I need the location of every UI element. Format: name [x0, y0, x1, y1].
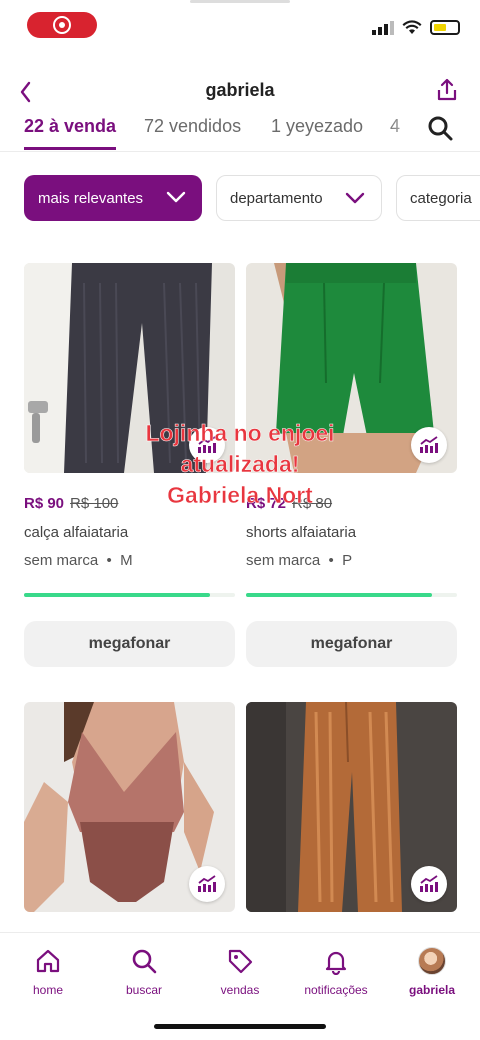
- nav-label: vendas: [220, 983, 260, 997]
- tab-yeyezado[interactable]: 1 yeyezado: [271, 116, 363, 137]
- department-label: departamento: [230, 189, 323, 207]
- chevron-down-icon: [166, 191, 186, 203]
- share-icon: [437, 78, 457, 101]
- product-meta: sem marca • P: [246, 552, 352, 569]
- megafonar-button[interactable]: megafonar: [246, 621, 457, 667]
- boost-button[interactable]: [189, 427, 225, 463]
- chevron-down-icon: [345, 192, 365, 204]
- nav-label: home: [32, 983, 64, 997]
- department-dropdown[interactable]: departamento: [216, 175, 382, 221]
- signal-icon: [372, 20, 394, 35]
- home-indicator: [154, 1024, 326, 1029]
- nav-search[interactable]: buscar: [96, 947, 192, 997]
- home-icon: [36, 949, 60, 973]
- nav-label: buscar: [125, 983, 163, 997]
- tag-icon: [228, 949, 253, 974]
- status-icons: [372, 20, 460, 35]
- bell-icon: [325, 951, 347, 975]
- profile-tabs: 22 à venda 72 vendidos 1 yeyezado 4: [0, 108, 480, 152]
- price-row: R$ 90 R$ 100: [24, 495, 118, 512]
- meta-separator: •: [324, 552, 343, 569]
- wifi-icon: [402, 20, 422, 34]
- trending-up-icon: [198, 875, 216, 892]
- nav-profile[interactable]: gabriela: [384, 947, 480, 997]
- boost-button[interactable]: [189, 866, 225, 902]
- boost-button[interactable]: [411, 427, 447, 463]
- price-row: R$ 72 R$ 80: [246, 495, 332, 512]
- trending-up-icon: [420, 875, 438, 892]
- trending-up-icon: [198, 436, 216, 453]
- nav-label: gabriela: [408, 983, 456, 997]
- share-button[interactable]: [434, 74, 460, 104]
- product-image[interactable]: [246, 702, 457, 912]
- nav-sales[interactable]: vendas: [192, 947, 288, 997]
- nav-label: notificações: [304, 983, 368, 997]
- product-image[interactable]: [24, 702, 235, 912]
- meta-separator: •: [102, 552, 121, 569]
- nav-notifications[interactable]: notificações: [288, 947, 384, 997]
- listing-progress: [246, 593, 457, 597]
- product-brand: sem marca: [246, 552, 321, 569]
- product-image[interactable]: [24, 263, 235, 473]
- sort-label: mais relevantes: [38, 189, 144, 207]
- megafonar-button[interactable]: megafonar: [24, 621, 235, 667]
- trending-up-icon: [420, 436, 438, 453]
- product-meta: sem marca • M: [24, 552, 133, 569]
- sort-dropdown[interactable]: mais relevantes: [24, 175, 202, 221]
- search-icon: [132, 949, 157, 974]
- price: R$ 90: [24, 495, 65, 512]
- product-brand: sem marca: [24, 552, 99, 569]
- old-price: R$ 100: [70, 495, 119, 512]
- category-dropdown[interactable]: categoria: [396, 175, 480, 221]
- profile-header: gabriela: [0, 70, 480, 110]
- category-label: categoria: [410, 189, 472, 207]
- product-title: shorts alfaiataria: [246, 524, 357, 541]
- tab-for-sale[interactable]: 22 à venda: [24, 116, 116, 137]
- status-bar: [0, 0, 480, 50]
- product-title: calça alfaiataria: [24, 524, 129, 541]
- product-size: P: [342, 552, 353, 569]
- boost-button[interactable]: [411, 866, 447, 902]
- active-tab-indicator: [24, 147, 116, 150]
- nav-home[interactable]: home: [0, 947, 96, 997]
- screen-recording-indicator[interactable]: [27, 12, 97, 38]
- avatar: [418, 947, 446, 975]
- search-button[interactable]: [426, 114, 454, 142]
- tab-sold[interactable]: 72 vendidos: [144, 116, 241, 137]
- battery-icon: [430, 20, 460, 35]
- listing-progress: [24, 593, 235, 597]
- filter-bar: mais relevantes departamento categoria: [24, 175, 480, 221]
- product-size: M: [120, 552, 133, 569]
- product-image[interactable]: [246, 263, 457, 473]
- search-icon: [428, 116, 453, 141]
- old-price: R$ 80: [292, 495, 333, 512]
- page-title: gabriela: [205, 80, 275, 100]
- price: R$ 72: [246, 495, 287, 512]
